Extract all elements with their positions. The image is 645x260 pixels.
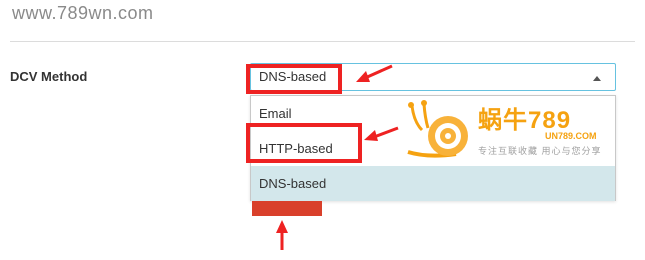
snail-logo-icon [407, 100, 468, 158]
annotation-arrow-icon [276, 220, 288, 250]
watermark-domain: UN789.COM [545, 131, 597, 141]
annotation-arrow-icon [364, 126, 399, 141]
annotation-arrow-icon [356, 64, 393, 82]
watermark-brand: 蜗牛789 [478, 107, 572, 134]
watermark-slogan: 专注互联收藏 用心与您分享 [478, 146, 602, 156]
